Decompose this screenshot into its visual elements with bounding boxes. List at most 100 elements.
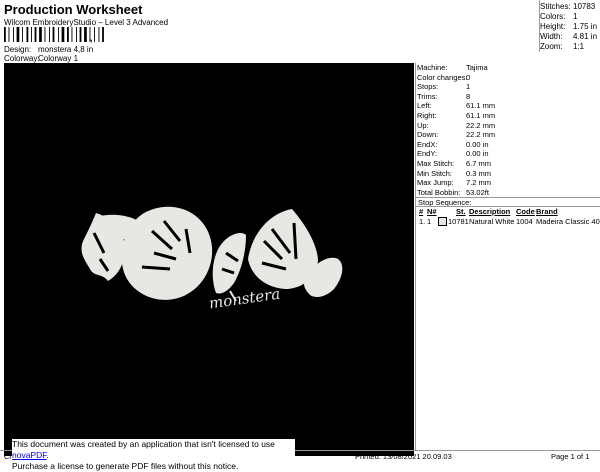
- stop-header-code: Code: [516, 207, 535, 216]
- barcode-bar: [102, 27, 104, 42]
- machine-row-value: 22.2 mm: [466, 120, 496, 130]
- stop-row-index: 1.: [419, 217, 426, 226]
- machine-row-key: Machine:: [417, 63, 448, 72]
- machine-row-value: 0.3 mm: [466, 168, 492, 178]
- summary-colors-value: 1: [573, 12, 578, 21]
- summary-width-value: 4.81 in: [573, 32, 598, 41]
- machine-row-key: Min Stitch:: [417, 168, 453, 178]
- machine-row: Max Stitch: 6.7 mm: [416, 159, 600, 169]
- machine-row-value: 0.00 in: [466, 139, 489, 149]
- summary-height-value: 1.75 in: [573, 22, 598, 31]
- machine-row-value: 0.00 in: [466, 149, 489, 159]
- meta-design: Design: monstera 4,8 in: [4, 45, 93, 54]
- stop-header-description: Description: [469, 207, 511, 216]
- machine-row: Right: 61.1 mm: [416, 111, 600, 121]
- barcode-bar: [61, 27, 65, 42]
- barcode-bar: [71, 27, 73, 42]
- summary-colors: Colors: 1: [540, 12, 600, 21]
- barcode-bar: [58, 27, 59, 42]
- barcode-bar: [13, 27, 14, 42]
- footer-printed: Printed: 13/08/2021 20.09.03: [355, 452, 452, 461]
- stop-header-stitches: St.: [456, 207, 466, 216]
- barcode-bar: [8, 27, 10, 42]
- summary-width: Width: 4.81 in: [540, 32, 600, 41]
- page-title: Production Worksheet: [4, 2, 143, 17]
- machine-row-key: Left:: [417, 101, 432, 111]
- machine-row: Max Jump: 7.2 mm: [416, 178, 600, 188]
- machine-row: EndY: 0.00 in: [416, 149, 600, 159]
- summary-stitches-key: Stitches:: [540, 2, 571, 11]
- stop-row-brand: Madeira Classic 40: [536, 217, 600, 226]
- meta-colorway: Colorway:Colorway 1: [4, 54, 78, 63]
- footer-left: Cr: [4, 452, 12, 461]
- summary-colors-key: Colors:: [540, 12, 566, 21]
- machine-row-value: 8: [466, 91, 471, 101]
- leaf-big-monstera-icon: [121, 206, 213, 300]
- barcode-bar: [52, 27, 55, 42]
- summary-stitches: Stitches: 10783: [540, 2, 600, 11]
- meta-design-value: monstera 4,8 in: [38, 45, 94, 54]
- stop-row-number: 1: [427, 217, 432, 226]
- machine-row: Color changes: 0: [416, 73, 600, 83]
- machine-row-key: Total Bobbin:: [417, 187, 461, 197]
- machine-row-key: Right:: [417, 111, 437, 120]
- stop-row-code: 1004: [516, 217, 533, 226]
- barcode-bar: [44, 27, 46, 42]
- meta-colorway-value: Colorway 1: [38, 54, 79, 63]
- notice-text: This document was created by an applicat…: [12, 439, 275, 449]
- barcode-bar: [98, 27, 100, 42]
- footer-page: Page 1 of 1: [551, 452, 590, 461]
- machine-row-key: Up:: [417, 120, 429, 130]
- machine-row: Min Stitch: 0.3 mm: [416, 169, 600, 179]
- barcode-bar: [4, 27, 6, 42]
- machine-row-value: 0: [466, 72, 471, 82]
- machine-row: Down: 22.2 mm: [416, 130, 600, 140]
- machine-row-key: EndX:: [417, 139, 438, 149]
- barcode-bar: [34, 27, 37, 42]
- summary-zoom-value: 1:1: [573, 42, 585, 51]
- meta-colorway-key: Colorway:: [4, 54, 40, 63]
- machine-row-value: 61.1 mm: [466, 111, 496, 120]
- leaf-narrow-icon: [212, 233, 246, 294]
- summary-height: Height: 1.75 in: [540, 22, 600, 31]
- barcode-bar: [22, 27, 23, 42]
- machine-row: Stops: 1: [416, 82, 600, 92]
- machine-row-value: Tajima: [466, 63, 488, 72]
- notice-line-1: This document was created by an applicat…: [12, 439, 295, 461]
- software-subtitle: Wilcom EmbroideryStudio – Level 3 Advanc…: [4, 18, 169, 27]
- machine-row-value: 53.02ft: [466, 187, 489, 197]
- stop-header-brand: Brand: [536, 207, 558, 216]
- monstera-embroidery-art: monstera: [81, 206, 343, 312]
- machine-row-value: 61.1 mm: [466, 101, 496, 111]
- barcode-bar: [76, 27, 77, 42]
- machine-row-key: Stops:: [417, 82, 439, 92]
- machine-row-key: Max Jump:: [417, 178, 454, 188]
- machine-row-key: Down:: [417, 130, 439, 140]
- machine-row: Machine: Tajima: [416, 63, 600, 73]
- summary-zoom-key: Zoom:: [540, 42, 563, 51]
- stop-row-stitches: 10781: [448, 217, 469, 226]
- machine-row-key: Trims:: [417, 91, 438, 101]
- license-notice: This document was created by an applicat…: [12, 439, 295, 471]
- barcode-bar: [16, 27, 20, 42]
- barcode-bar: [39, 27, 42, 42]
- stop-header-hash: #: [419, 207, 424, 216]
- machine-row-value: 7.2 mm: [466, 178, 492, 188]
- barcode-bar: [84, 27, 87, 42]
- meta-design-key: Design:: [4, 45, 32, 54]
- barcode-bar: [94, 27, 95, 42]
- machine-row-key: EndY:: [417, 149, 438, 159]
- novapdf-link[interactable]: novaPDF: [12, 450, 47, 460]
- barcode-bar: [31, 27, 32, 42]
- machine-row: EndX: 0.00 in: [416, 140, 600, 150]
- thread-color-swatch: [438, 217, 447, 226]
- stop-header-number: N#: [427, 207, 437, 216]
- panel-divider: [415, 63, 416, 450]
- barcode-tail: ,: [90, 33, 93, 43]
- notice-line-2: Purchase a license to generate PDF files…: [12, 461, 239, 471]
- summary-width-key: Width:: [540, 32, 563, 41]
- machine-row: Trims: 8: [416, 92, 600, 102]
- machine-row: Up: 22.2 mm: [416, 121, 600, 131]
- machine-row-value: 6.7 mm: [466, 159, 492, 168]
- stop-row-description: Natural White: [469, 217, 515, 226]
